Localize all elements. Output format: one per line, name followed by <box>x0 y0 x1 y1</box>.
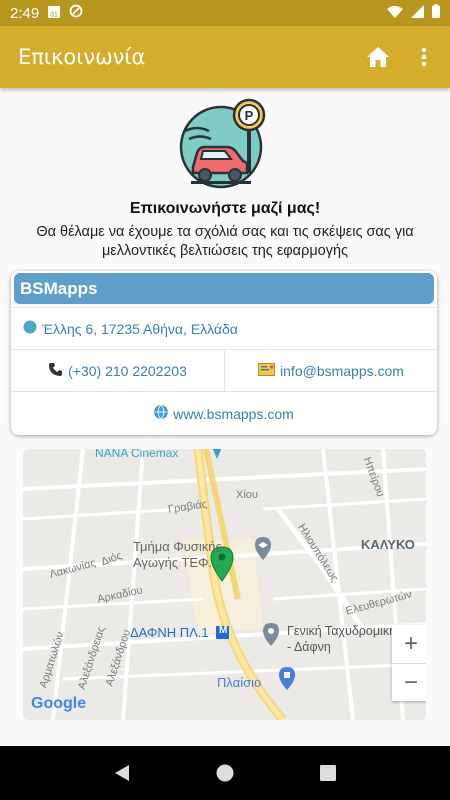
parking-illustration: P <box>175 95 275 195</box>
address-row[interactable]: Έλλης 6, 17235 Αθήνα, Ελλάδα <box>11 307 437 349</box>
map-label: Χίου <box>236 489 258 501</box>
home-button[interactable] <box>364 43 392 71</box>
app-bar: Επικοινωνία <box>0 26 450 88</box>
battery-icon <box>432 4 440 22</box>
home-nav-button[interactable] <box>210 758 240 788</box>
map-label: ΚΑΛΥΚΟ <box>361 537 415 552</box>
page-title: Επικοινωνία <box>18 45 146 69</box>
phone-cell[interactable]: (+30) 210 2202203 <box>11 350 224 391</box>
calendar-day: 31 <box>50 11 58 18</box>
globe-icon <box>23 320 37 337</box>
recents-button[interactable] <box>313 758 343 788</box>
status-time: 2:49 <box>10 4 40 22</box>
back-triangle-icon <box>114 765 129 781</box>
zoom-out-button[interactable]: − <box>392 663 426 701</box>
website-row[interactable]: www.bsmapps.com <box>11 391 437 435</box>
map-label: Τμήμα Φυσικής <box>133 539 222 554</box>
home-circle-icon <box>216 764 234 782</box>
more-vert-icon <box>421 47 427 67</box>
globe-icon <box>154 405 169 422</box>
map-label: M <box>219 625 228 636</box>
map-label: ΔΑΦΝΗ ΠΛ.1 <box>130 625 209 640</box>
address-text: Έλλης 6, 17235 Αθήνα, Ελλάδα <box>42 320 238 337</box>
phone-icon <box>48 362 63 380</box>
home-icon <box>367 47 389 67</box>
map-label: Γενική Ταχυδρομική <box>287 624 397 638</box>
calendar-icon: 31 <box>47 4 61 23</box>
zoom-controls: + − <box>392 625 426 701</box>
company-name: BSMapps <box>14 273 434 304</box>
website-link: www.bsmapps.com <box>173 405 294 422</box>
email-address: info@bsmapps.com <box>280 362 404 379</box>
signal-icon <box>411 4 424 22</box>
parking-car-icon: P <box>179 98 266 189</box>
svg-text:P: P <box>245 108 254 123</box>
overflow-menu-button[interactable] <box>410 43 438 71</box>
email-cell[interactable]: info@bsmapps.com <box>224 350 437 391</box>
recents-square-icon <box>320 765 337 781</box>
status-bar: 2:49 31 <box>0 0 450 26</box>
contact-row: (+30) 210 2202203 info@bsmapps.com <box>11 349 437 391</box>
map-label: - Δάφνη <box>287 640 331 654</box>
phone-number: (+30) 210 2202203 <box>68 362 187 379</box>
map-label: Αγωγής ΤΕΦ... <box>133 555 220 570</box>
email-icon <box>258 362 276 379</box>
contact-card: BSMapps Έλλης 6, 17235 Αθήνα, Ελλάδα (+3… <box>11 271 437 435</box>
map-label: Πλαίσιο <box>217 675 262 690</box>
system-nav-bar <box>0 746 450 800</box>
zoom-in-button[interactable]: + <box>392 625 426 663</box>
back-button[interactable] <box>107 758 137 788</box>
contact-subtext: Θα θέλαμε να έχουμε τα σχόλιά σας και τι… <box>36 224 414 259</box>
map-label: NANA Cinemax <box>95 449 179 460</box>
sync-icon <box>69 4 83 22</box>
wifi-icon <box>387 5 403 22</box>
contact-heading: Επικοινωνήστε μαζί μας! <box>129 200 321 217</box>
google-logo: Google <box>31 695 87 712</box>
location-map[interactable]: NANA Cinemax Ηπείρου Χίου Γραβιάς ΚΑΛΥΚΟ… <box>23 449 426 720</box>
